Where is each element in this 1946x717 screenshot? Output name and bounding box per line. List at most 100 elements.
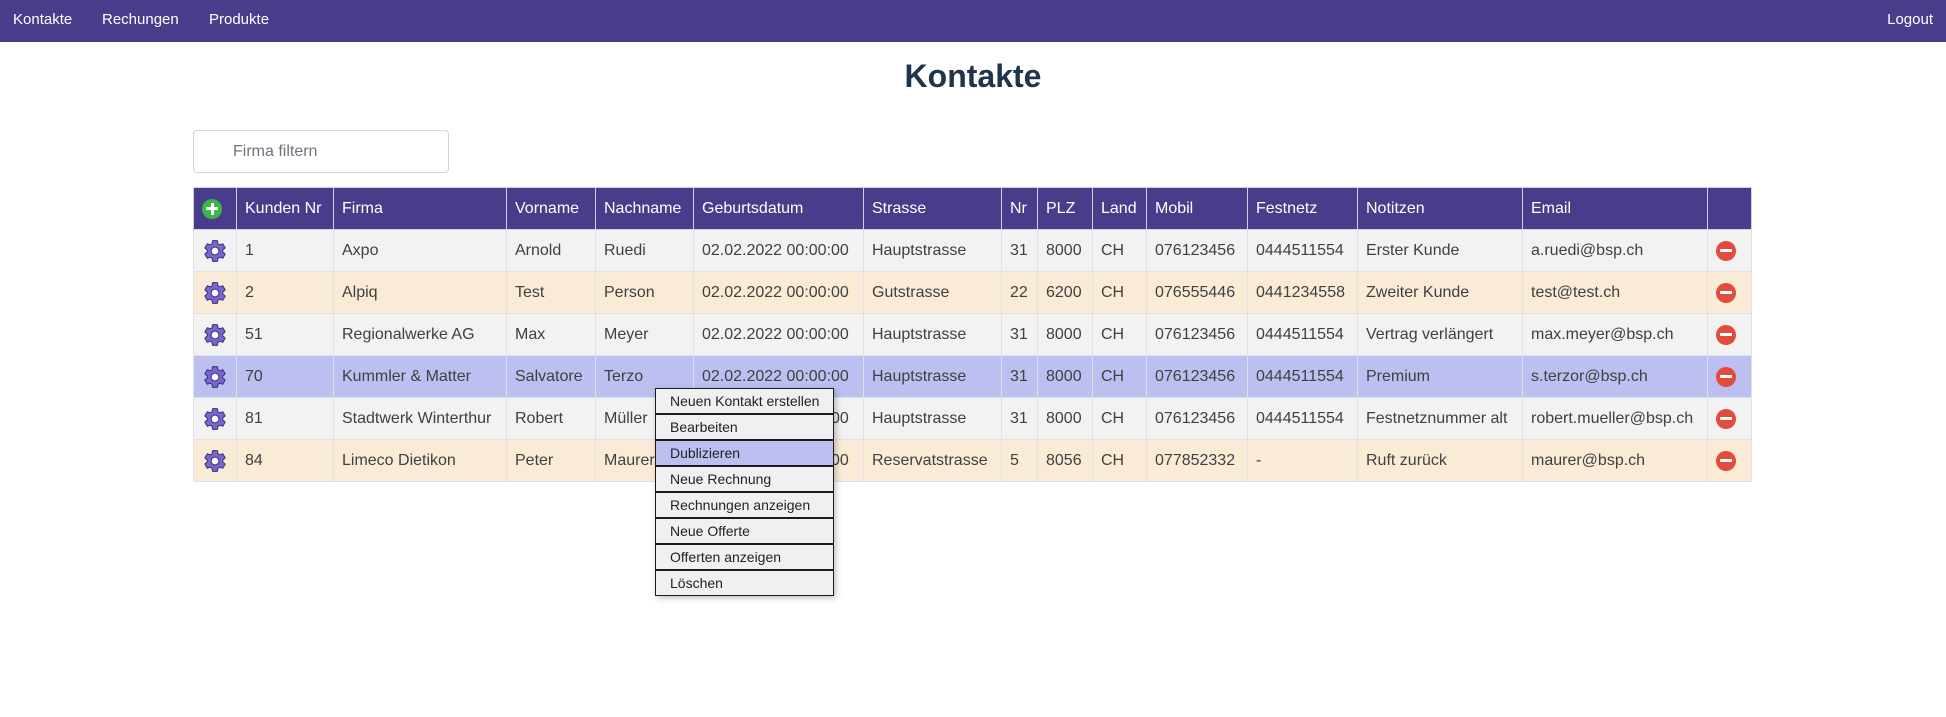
cell-kunden-nr: 70 bbox=[236, 355, 334, 398]
cell-festnetz: - bbox=[1247, 439, 1358, 482]
cell-notitzen: Erster Kunde bbox=[1357, 229, 1523, 272]
cell-email: s.terzor@bsp.ch bbox=[1522, 355, 1708, 398]
page-title: Kontakte bbox=[904, 58, 1042, 94]
gear-icon[interactable] bbox=[202, 238, 228, 264]
gear-icon[interactable] bbox=[202, 406, 228, 432]
delete-cell bbox=[1707, 397, 1752, 440]
menu-item-loeschen[interactable]: Löschen bbox=[655, 570, 834, 596]
column-header-festnetz[interactable]: Festnetz bbox=[1247, 187, 1358, 230]
cell-notitzen: Zweiter Kunde bbox=[1357, 271, 1523, 314]
delete-row-icon[interactable] bbox=[1716, 366, 1736, 387]
delete-cell bbox=[1707, 355, 1752, 398]
cell-kunden-nr: 84 bbox=[236, 439, 334, 482]
menu-item-neuen-kontakt[interactable]: Neuen Kontakt erstellen bbox=[655, 388, 834, 414]
cell-plz: 8000 bbox=[1037, 313, 1093, 356]
cell-strasse: Hauptstrasse bbox=[863, 397, 1002, 440]
row-actions-cell bbox=[193, 439, 237, 482]
cell-vorname: Test bbox=[506, 271, 596, 314]
row-actions-cell bbox=[193, 271, 237, 314]
column-header-email[interactable]: Email bbox=[1522, 187, 1708, 230]
cell-firma: Axpo bbox=[333, 229, 507, 272]
row-actions-cell bbox=[193, 397, 237, 440]
cell-mobil: 076123456 bbox=[1146, 229, 1248, 272]
cell-notitzen: Ruft zurück bbox=[1357, 439, 1523, 482]
firma-filter-input[interactable] bbox=[193, 130, 449, 173]
column-header-land[interactable]: Land bbox=[1092, 187, 1147, 230]
gear-icon[interactable] bbox=[202, 322, 228, 348]
menu-item-dublizieren[interactable]: Dublizieren bbox=[655, 440, 834, 466]
delete-row-icon[interactable] bbox=[1716, 240, 1736, 261]
cell-firma: Kummler & Matter bbox=[333, 355, 507, 398]
column-header-plz[interactable]: PLZ bbox=[1037, 187, 1093, 230]
context-menu: Neuen Kontakt erstellen Bearbeiten Dublizi… bbox=[655, 388, 834, 596]
cell-firma: Alpiq bbox=[333, 271, 507, 314]
table-row[interactable]: 70 Kummler & Matter Salvatore Terzo 02.02.20… bbox=[193, 355, 1752, 398]
column-header-firma[interactable]: Firma bbox=[333, 187, 507, 230]
cell-plz: 8000 bbox=[1037, 355, 1093, 398]
cell-mobil: 076123456 bbox=[1146, 313, 1248, 356]
cell-land: CH bbox=[1092, 439, 1147, 482]
menu-item-bearbeiten[interactable]: Bearbeiten bbox=[655, 414, 834, 440]
nav-link-produkte[interactable]: Produkte bbox=[209, 0, 269, 42]
menu-item-offerten-anzeigen[interactable]: Offerten anzeigen bbox=[655, 544, 834, 570]
column-header-nr[interactable]: Nr bbox=[1001, 187, 1038, 230]
cell-nr: 31 bbox=[1001, 313, 1038, 356]
column-header-strasse[interactable]: Strasse bbox=[863, 187, 1002, 230]
cell-geburtsdatum: 02.02.2022 00:00:00 bbox=[693, 271, 864, 314]
add-contact-icon[interactable] bbox=[202, 198, 222, 219]
delete-cell bbox=[1707, 439, 1752, 482]
delete-cell bbox=[1707, 229, 1752, 272]
cell-vorname: Arnold bbox=[506, 229, 596, 272]
cell-mobil: 076123456 bbox=[1146, 397, 1248, 440]
nav-link-kontakte[interactable]: Kontakte bbox=[13, 0, 72, 42]
cell-email: maurer@bsp.ch bbox=[1522, 439, 1708, 482]
table-row[interactable]: 1 Axpo Arnold Ruedi 02.02.2022 00:00:00 Haupt… bbox=[193, 229, 1752, 272]
cell-strasse: Hauptstrasse bbox=[863, 229, 1002, 272]
logout-link[interactable]: Logout bbox=[1887, 0, 1933, 42]
column-header-vorname[interactable]: Vorname bbox=[506, 187, 596, 230]
row-actions-cell bbox=[193, 229, 237, 272]
cell-land: CH bbox=[1092, 271, 1147, 314]
contacts-table: Kunden Nr Firma Vorname Nachname Geburts… bbox=[193, 187, 1752, 482]
table-header-row: Kunden Nr Firma Vorname Nachname Geburts… bbox=[193, 187, 1752, 230]
table-row[interactable]: 51 Regionalwerke AG Max Meyer 02.02.2022 00:… bbox=[193, 313, 1752, 356]
menu-item-neue-rechnung[interactable]: Neue Rechnung bbox=[655, 466, 834, 492]
cell-vorname: Max bbox=[506, 313, 596, 356]
cell-nachname: Meyer bbox=[595, 313, 694, 356]
row-actions-cell bbox=[193, 313, 237, 356]
cell-plz: 8000 bbox=[1037, 397, 1093, 440]
column-header-geburtsdatum[interactable]: Geburtsdatum bbox=[693, 187, 864, 230]
cell-mobil: 076123456 bbox=[1146, 355, 1248, 398]
cell-nachname: Ruedi bbox=[595, 229, 694, 272]
cell-land: CH bbox=[1092, 355, 1147, 398]
column-header-notitzen[interactable]: Notitzen bbox=[1357, 187, 1523, 230]
delete-row-icon[interactable] bbox=[1716, 450, 1736, 471]
delete-row-icon[interactable] bbox=[1716, 324, 1736, 345]
menu-item-rechnungen-anzeigen[interactable]: Rechnungen anzeigen bbox=[655, 492, 834, 518]
gear-icon[interactable] bbox=[202, 364, 228, 390]
table-row[interactable]: 84Limeco DietikonPeterMaurer02.02.2022 0… bbox=[193, 439, 1752, 482]
cell-nr: 31 bbox=[1001, 397, 1038, 440]
table-row[interactable]: 81Stadtwerk WinterthurRobertMüller02.02.… bbox=[193, 397, 1752, 440]
cell-festnetz: 0444511554 bbox=[1247, 397, 1358, 440]
menu-item-neue-offerte[interactable]: Neue Offerte bbox=[655, 518, 834, 544]
add-contact-cell bbox=[193, 187, 237, 230]
column-header-nachname[interactable]: Nachname bbox=[595, 187, 694, 230]
delete-row-icon[interactable] bbox=[1716, 282, 1736, 303]
column-header-kunden-nr[interactable]: Kunden Nr bbox=[236, 187, 334, 230]
cell-strasse: Hauptstrasse bbox=[863, 313, 1002, 356]
cell-festnetz: 0444511554 bbox=[1247, 313, 1358, 356]
cell-nachname: Person bbox=[595, 271, 694, 314]
cell-geburtsdatum: 02.02.2022 00:00:00 bbox=[693, 313, 864, 356]
cell-strasse: Gutstrasse bbox=[863, 271, 1002, 314]
cell-kunden-nr: 2 bbox=[236, 271, 334, 314]
table-row[interactable]: 2 Alpiq Test Person 02.02.2022 00:00:00 Gutst… bbox=[193, 271, 1752, 314]
nav-link-rechungen[interactable]: Rechungen bbox=[102, 0, 179, 42]
column-header-mobil[interactable]: Mobil bbox=[1146, 187, 1248, 230]
gear-icon[interactable] bbox=[202, 280, 228, 306]
cell-land: CH bbox=[1092, 313, 1147, 356]
delete-row-icon[interactable] bbox=[1716, 408, 1736, 429]
row-actions-cell bbox=[193, 355, 237, 398]
gear-icon[interactable] bbox=[202, 448, 228, 474]
cell-nr: 5 bbox=[1001, 439, 1038, 482]
